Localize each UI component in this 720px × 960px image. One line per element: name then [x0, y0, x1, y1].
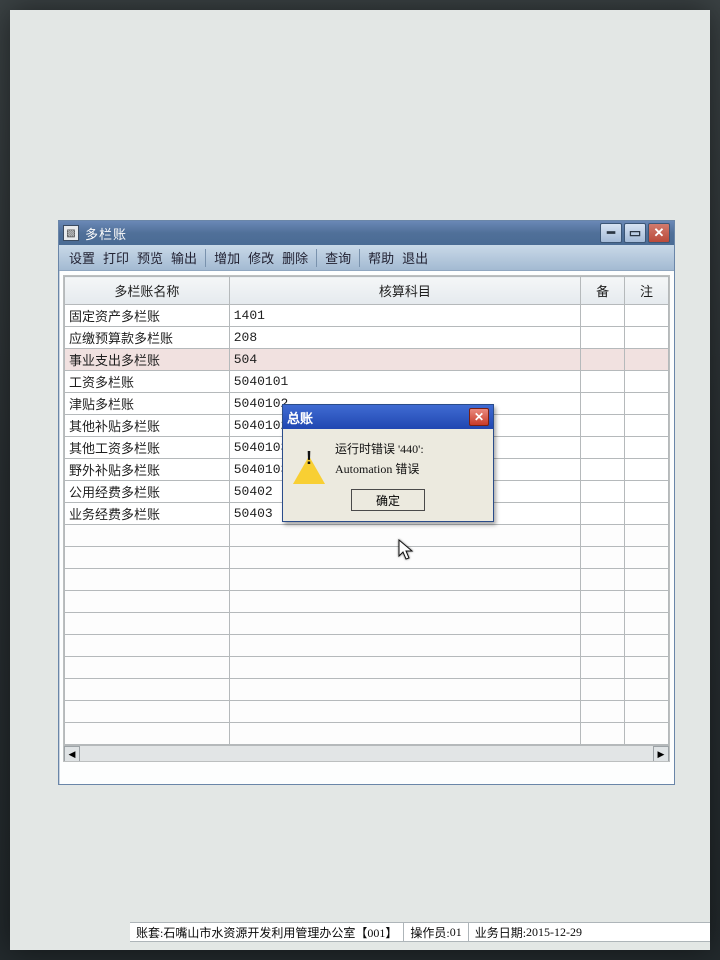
cell-zhu[interactable]	[625, 305, 669, 327]
cell-ledger-name[interactable]: 公用经费多栏账	[65, 481, 230, 503]
cell-ledger-name[interactable]: 事业支出多栏账	[65, 349, 230, 371]
menu-export[interactable]: 输出	[171, 248, 197, 267]
status-date-value: 2015-12-29	[526, 925, 582, 940]
cell-ledger-name[interactable]: 应缴预算款多栏账	[65, 327, 230, 349]
cell-bei[interactable]	[581, 415, 625, 437]
cell-bei[interactable]	[581, 503, 625, 525]
cell-ledger-name[interactable]: 津贴多栏账	[65, 393, 230, 415]
status-date: 业务日期: 2015-12-29	[469, 923, 588, 941]
cell-ledger-name[interactable]: 其他工资多栏账	[65, 437, 230, 459]
cell-zhu[interactable]	[625, 415, 669, 437]
cell-bei[interactable]	[581, 393, 625, 415]
ok-button[interactable]: 确定	[351, 489, 425, 511]
cell-subject-code[interactable]: 5040101	[229, 371, 580, 393]
cell-zhu[interactable]	[625, 481, 669, 503]
dialog-titlebar[interactable]: 总账 ✕	[283, 405, 493, 429]
status-operator: 操作员: 01	[404, 923, 468, 941]
cell-subject-code[interactable]: 208	[229, 327, 580, 349]
menu-settings[interactable]: 设置	[69, 248, 95, 267]
cell-bei[interactable]	[581, 459, 625, 481]
table-row[interactable]	[65, 635, 669, 657]
cell-bei[interactable]	[581, 481, 625, 503]
table-row[interactable]	[65, 547, 669, 569]
status-operator-value: 01	[450, 925, 462, 940]
menu-help[interactable]: 帮助	[368, 248, 394, 267]
scroll-left-button[interactable]: ◀	[64, 746, 80, 762]
cell-bei[interactable]	[581, 371, 625, 393]
menu-edit[interactable]: 修改	[248, 248, 274, 267]
col-name[interactable]: 多栏账名称	[65, 277, 230, 305]
status-account: 账套: 石嘴山市水资源开发利用管理办公室【001】	[130, 923, 404, 941]
error-dialog: 总账 ✕ 运行时错误 '440': Automation 错误 确定	[282, 404, 494, 522]
horizontal-scrollbar[interactable]: ◀ ▶	[64, 745, 669, 761]
status-account-label: 账套:	[136, 924, 163, 941]
cell-ledger-name[interactable]: 业务经费多栏账	[65, 503, 230, 525]
table-row[interactable]: 固定资产多栏账1401	[65, 305, 669, 327]
table-row[interactable]	[65, 591, 669, 613]
cell-zhu[interactable]	[625, 503, 669, 525]
dialog-message-line2: Automation 错误	[335, 459, 424, 479]
col-zhu[interactable]: 注	[625, 277, 669, 305]
table-row[interactable]	[65, 701, 669, 723]
menu-add[interactable]: 增加	[214, 248, 240, 267]
dialog-title: 总账	[287, 408, 469, 427]
window-title: 多栏账	[85, 224, 598, 243]
toolbar-separator	[359, 249, 360, 267]
window-titlebar[interactable]: ▧ 多栏账 ━ ▭ ✕	[59, 221, 674, 245]
table-row[interactable]	[65, 679, 669, 701]
close-button[interactable]: ✕	[648, 223, 670, 243]
toolbar-separator	[205, 249, 206, 267]
dialog-message: 运行时错误 '440': Automation 错误	[335, 439, 424, 479]
cell-zhu[interactable]	[625, 459, 669, 481]
table-row[interactable]	[65, 723, 669, 745]
table-row[interactable]: 工资多栏账5040101	[65, 371, 669, 393]
cell-zhu[interactable]	[625, 371, 669, 393]
cell-zhu[interactable]	[625, 437, 669, 459]
cell-bei[interactable]	[581, 349, 625, 371]
col-bei[interactable]: 备	[581, 277, 625, 305]
dialog-message-line1: 运行时错误 '440':	[335, 439, 424, 459]
toolbar: 设置 打印 预览 输出 增加 修改 删除 查询 帮助 退出	[59, 245, 674, 271]
cell-ledger-name[interactable]: 工资多栏账	[65, 371, 230, 393]
status-date-label: 业务日期:	[475, 924, 526, 941]
window-icon: ▧	[63, 225, 79, 241]
status-account-value: 石嘴山市水资源开发利用管理办公室【001】	[163, 924, 397, 941]
scroll-right-button[interactable]: ▶	[653, 746, 669, 762]
cell-ledger-name[interactable]: 固定资产多栏账	[65, 305, 230, 327]
status-bar: 账套: 石嘴山市水资源开发利用管理办公室【001】 操作员: 01 业务日期: …	[130, 922, 710, 942]
menu-query[interactable]: 查询	[325, 248, 351, 267]
cell-zhu[interactable]	[625, 349, 669, 371]
table-row[interactable]	[65, 525, 669, 547]
maximize-button[interactable]: ▭	[624, 223, 646, 243]
cell-ledger-name[interactable]: 野外补贴多栏账	[65, 459, 230, 481]
cell-bei[interactable]	[581, 437, 625, 459]
menu-print[interactable]: 打印	[103, 248, 129, 267]
table-row[interactable]: 事业支出多栏账504	[65, 349, 669, 371]
cell-bei[interactable]	[581, 327, 625, 349]
dialog-close-button[interactable]: ✕	[469, 408, 489, 426]
minimize-button[interactable]: ━	[600, 223, 622, 243]
table-row[interactable]	[65, 657, 669, 679]
cell-subject-code[interactable]: 1401	[229, 305, 580, 327]
table-row[interactable]	[65, 613, 669, 635]
menu-delete[interactable]: 删除	[282, 248, 308, 267]
table-row[interactable]	[65, 569, 669, 591]
cell-subject-code[interactable]: 504	[229, 349, 580, 371]
col-subject[interactable]: 核算科目	[229, 277, 580, 305]
table-header-row: 多栏账名称 核算科目 备 注	[65, 277, 669, 305]
cell-bei[interactable]	[581, 305, 625, 327]
menu-exit[interactable]: 退出	[402, 248, 428, 267]
table-row[interactable]: 应缴预算款多栏账208	[65, 327, 669, 349]
toolbar-separator	[316, 249, 317, 267]
status-operator-label: 操作员:	[410, 924, 449, 941]
cell-zhu[interactable]	[625, 327, 669, 349]
desktop-area: ▧ 多栏账 ━ ▭ ✕ 设置 打印 预览 输出 增加 修改 删除 查询 帮助 退…	[10, 10, 710, 950]
cell-zhu[interactable]	[625, 393, 669, 415]
menu-preview[interactable]: 预览	[137, 248, 163, 267]
cell-ledger-name[interactable]: 其他补贴多栏账	[65, 415, 230, 437]
warning-icon	[293, 441, 327, 471]
